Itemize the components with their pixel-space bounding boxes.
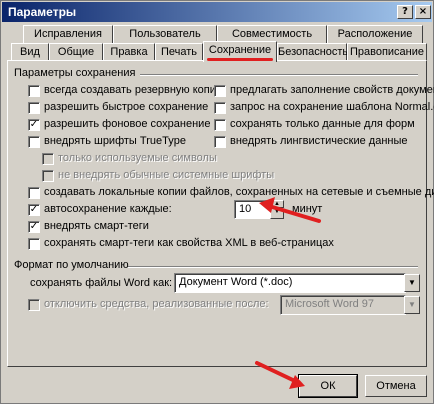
fast-save-label: разрешить быстрое сохранение: [44, 101, 209, 113]
autosave-label: автосохранение каждые:: [44, 203, 172, 215]
save-group-label: Параметры сохранения: [14, 67, 136, 79]
linguistic-data-checkbox[interactable]: [214, 136, 226, 148]
tab-edit[interactable]: Правка: [103, 43, 155, 61]
forms-data-label: сохранять только данные для форм: [230, 118, 415, 130]
tab-general[interactable]: Общие: [49, 43, 103, 61]
forms-data-checkbox[interactable]: [214, 119, 226, 131]
disable-features-checkbox[interactable]: [28, 299, 40, 311]
tab-view[interactable]: Вид: [11, 43, 49, 61]
group-separator: [128, 266, 418, 268]
tab-print[interactable]: Печать: [155, 43, 203, 61]
window-title: Параметры: [8, 5, 77, 19]
disable-features-label: отключить средства, реализованные после:: [44, 298, 269, 310]
autosave-spinner[interactable]: ▲ ▼: [270, 200, 284, 219]
smart-tags-checkbox[interactable]: ✓: [28, 221, 40, 233]
save-tab-panel: Параметры сохранения всегда создавать ре…: [7, 60, 434, 367]
smart-tags-label: внедрять смарт-теги: [44, 220, 149, 232]
backup-checkbox[interactable]: [28, 85, 40, 97]
cancel-button[interactable]: Отмена: [365, 375, 427, 397]
used-chars-label: только используемые символы: [58, 152, 217, 164]
smart-tags-xml-label: сохранять смарт-теги как свойства XML в …: [44, 237, 334, 249]
linguistic-data-label: внедрять лингвистические данные: [230, 135, 408, 147]
tab-security[interactable]: Безопасность: [277, 43, 348, 61]
save-as-select[interactable]: Документ Word (*.doc): [174, 273, 406, 293]
smart-tags-xml-checkbox[interactable]: [28, 238, 40, 250]
embed-truetype-checkbox[interactable]: [28, 136, 40, 148]
normal-dot-prompt-checkbox[interactable]: [214, 102, 226, 114]
chevron-down-icon[interactable]: ▼: [404, 274, 420, 292]
tab-highlight-underline: [207, 58, 273, 61]
embed-truetype-label: внедрять шрифты TrueType: [44, 135, 186, 147]
help-button[interactable]: ?: [397, 5, 413, 19]
local-copy-checkbox[interactable]: [28, 187, 40, 199]
spin-down-icon[interactable]: ▼: [270, 208, 284, 219]
background-save-label: разрешить фоновое сохранение: [44, 118, 211, 130]
chevron-down-icon[interactable]: ▼: [404, 296, 420, 314]
autosave-unit-label: минут: [292, 203, 323, 215]
no-system-fonts-checkbox[interactable]: [42, 170, 54, 182]
doc-properties-checkbox[interactable]: [214, 85, 226, 97]
default-format-group-label: Формат по умолчанию: [14, 259, 129, 271]
tab-user[interactable]: Пользователь: [113, 25, 217, 43]
doc-properties-label: предлагать заполнение свойств документа: [230, 84, 434, 96]
autosave-minutes-input[interactable]: 10: [234, 200, 270, 219]
tab-corrections[interactable]: Исправления: [23, 25, 113, 43]
no-system-fonts-label: не внедрять обычные системные шрифты: [58, 169, 275, 181]
spin-up-icon[interactable]: ▲: [270, 200, 284, 208]
options-dialog: Параметры ? × Исправления Пользователь С…: [0, 0, 434, 404]
group-separator: [140, 74, 418, 76]
fast-save-checkbox[interactable]: [28, 102, 40, 114]
used-chars-checkbox[interactable]: [42, 153, 54, 165]
ok-button[interactable]: ОК: [298, 374, 358, 398]
close-button[interactable]: ×: [415, 5, 431, 19]
tab-location[interactable]: Расположение: [327, 25, 423, 43]
local-copy-label: создавать локальные копии файлов, сохран…: [44, 186, 434, 198]
tab-spelling[interactable]: Правописание: [347, 43, 427, 61]
title-bar: Параметры ? ×: [2, 2, 432, 22]
background-save-checkbox[interactable]: ✓: [28, 119, 40, 131]
normal-dot-prompt-label: запрос на сохранение шаблона Normal.dot: [230, 101, 434, 113]
backup-label: всегда создавать резервную копию: [44, 84, 225, 96]
autosave-checkbox[interactable]: ✓: [28, 204, 40, 216]
save-as-label: сохранять файлы Word как:: [30, 277, 173, 289]
disable-features-select[interactable]: Microsoft Word 97: [280, 295, 406, 315]
